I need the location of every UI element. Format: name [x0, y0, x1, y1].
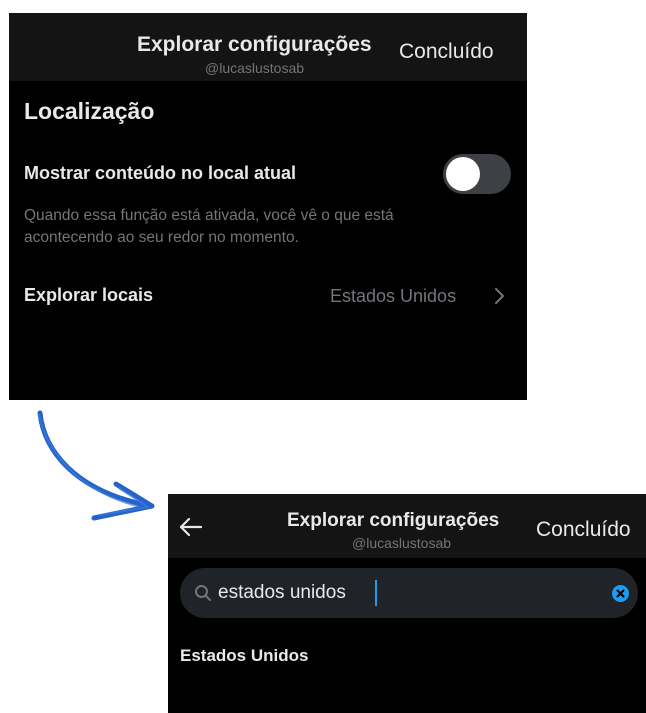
search-bar[interactable] — [180, 568, 638, 618]
explore-locations-label[interactable]: Explorar locais — [24, 285, 153, 306]
chevron-right-icon[interactable] — [490, 286, 508, 306]
header-title: Explorar configurações — [137, 33, 372, 56]
search-result-item[interactable]: Estados Unidos — [180, 646, 308, 666]
location-search-screen: Explorar configurações @lucaslustosab Co… — [168, 494, 646, 713]
toggle-knob — [446, 157, 480, 191]
explore-settings-screen: Explorar configurações @lucaslustosab Co… — [9, 13, 527, 400]
header: Explorar configurações @lucaslustosab Co… — [168, 494, 646, 558]
done-button[interactable]: Concluído — [399, 40, 494, 64]
show-local-content-label: Mostrar conteúdo no local atual — [24, 163, 297, 183]
header-title: Explorar configurações — [287, 510, 500, 531]
show-local-content-toggle[interactable] — [443, 154, 511, 194]
section-title: Localização — [24, 98, 155, 124]
header-handle: @lucaslustosab — [352, 535, 452, 551]
search-icon — [195, 585, 211, 601]
show-local-content-description: Quando essa função está ativada, você vê… — [24, 207, 394, 246]
search-input[interactable] — [218, 578, 598, 608]
text-cursor — [375, 580, 377, 606]
header: Explorar configurações @lucaslustosab Co… — [9, 13, 527, 81]
curved-arrow-icon — [37, 410, 155, 521]
done-button[interactable]: Concluído — [536, 518, 631, 542]
back-arrow-icon[interactable] — [178, 516, 204, 538]
header-handle: @lucaslustosab — [205, 60, 305, 76]
explore-locations-value[interactable]: Estados Unidos — [330, 286, 456, 307]
clear-icon[interactable] — [612, 585, 629, 602]
